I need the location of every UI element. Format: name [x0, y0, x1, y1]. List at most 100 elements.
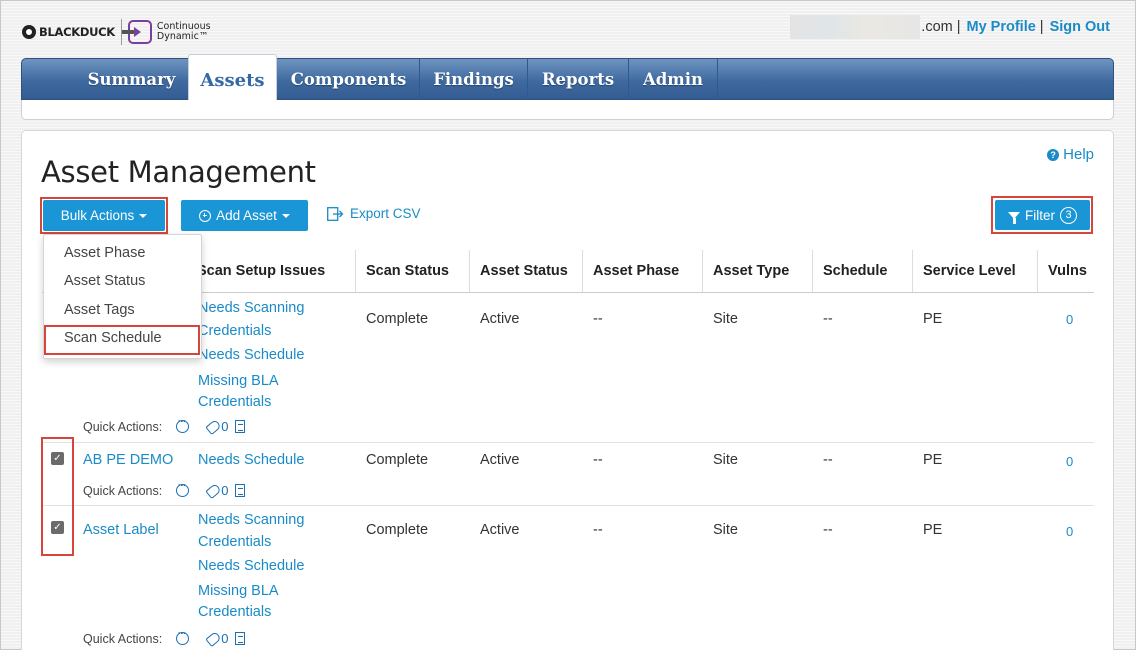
asset-status-cell: Active	[480, 452, 520, 468]
column-divider	[912, 250, 913, 292]
column-header-asset-status[interactable]: Asset Status	[480, 263, 568, 279]
tab-admin[interactable]: Admin	[629, 59, 718, 100]
add-asset-button[interactable]: Add Asset	[181, 200, 308, 231]
column-divider	[1037, 250, 1038, 292]
menu-item-asset-status[interactable]: Asset Status	[64, 273, 145, 289]
quick-actions-label: Quick Actions:	[83, 419, 163, 434]
asset-status-cell: Active	[480, 311, 520, 327]
column-header-asset-type[interactable]: Asset Type	[713, 263, 789, 279]
schedule-cell: --	[823, 452, 833, 468]
main-nav: Summary Assets Components Findings Repor…	[21, 54, 1114, 101]
column-header-scan-setup-issues[interactable]: Scan Setup Issues	[197, 263, 325, 279]
plus-circle-icon	[199, 209, 212, 222]
service-level-cell: PE	[923, 522, 943, 538]
add-asset-label: Add Asset	[216, 208, 277, 223]
scan-setup-issues-cell: Needs Schedule	[198, 448, 304, 473]
tab-assets[interactable]: Assets	[188, 54, 277, 101]
asset-phase-cell: --	[593, 522, 603, 538]
scan-status-cell: Complete	[366, 311, 429, 327]
menu-item-asset-tags[interactable]: Asset Tags	[64, 302, 135, 318]
vulns-count-link[interactable]: 0	[1066, 524, 1073, 539]
column-header-service-level[interactable]: Service Level	[923, 263, 1016, 279]
asset-type-cell: Site	[713, 522, 738, 538]
scan-setup-issues-cell: Needs Scanning Credentials Needs Schedul…	[198, 508, 304, 625]
quick-actions-label: Quick Actions:	[83, 483, 163, 498]
scan-status-cell: Complete	[366, 452, 429, 468]
tab-summary[interactable]: Summary	[75, 59, 188, 100]
menu-item-asset-phase[interactable]: Asset Phase	[64, 245, 145, 261]
separator: |	[956, 19, 961, 35]
asset-phase-cell: --	[593, 452, 603, 468]
help-label: Help	[1063, 146, 1094, 163]
vulns-count-link[interactable]: 0	[1066, 312, 1073, 327]
asset-type-cell: Site	[713, 452, 738, 468]
asset-phase-cell: --	[593, 311, 603, 327]
caret-down-icon	[281, 213, 290, 218]
row-divider	[42, 442, 1094, 443]
quick-actions-label: Quick Actions:	[83, 631, 163, 646]
sign-out-link[interactable]: Sign Out	[1050, 19, 1110, 35]
vulns-count-link[interactable]: 0	[1066, 454, 1073, 469]
help-link[interactable]: ? Help	[1047, 146, 1094, 163]
schedule-cell: --	[823, 522, 833, 538]
tag-icon[interactable]	[205, 482, 222, 499]
asset-status-cell: Active	[480, 522, 520, 538]
highlight-box	[44, 325, 200, 355]
document-icon[interactable]	[235, 632, 246, 645]
separator: |	[1039, 19, 1044, 35]
tag-count: 0	[221, 419, 229, 434]
column-divider	[702, 250, 703, 292]
tab-components[interactable]: Components	[278, 59, 420, 100]
column-divider	[812, 250, 813, 292]
user-email-redacted	[790, 15, 921, 39]
tag-icon[interactable]	[205, 418, 222, 435]
column-header-schedule[interactable]: Schedule	[823, 263, 887, 279]
issue-link[interactable]: Needs Scanning	[198, 296, 304, 321]
column-header-vulns[interactable]: Vulns	[1048, 263, 1087, 279]
quick-actions: Quick Actions: 0	[83, 416, 246, 435]
user-email-domain: .com	[921, 19, 953, 35]
more-options-icon[interactable]	[176, 416, 190, 433]
issue-link[interactable]: Needs Schedule	[198, 343, 304, 368]
blackduck-logo-icon	[22, 25, 36, 39]
more-options-icon[interactable]	[176, 480, 190, 497]
tab-findings[interactable]: Findings	[420, 59, 528, 100]
column-divider	[469, 250, 470, 292]
quick-actions: Quick Actions: 0	[83, 628, 246, 647]
quick-actions: Quick Actions: 0	[83, 480, 246, 499]
issue-link[interactable]: Credentials	[198, 600, 304, 625]
export-csv-link[interactable]: Export CSV	[327, 206, 421, 221]
tag-count: 0	[221, 483, 229, 498]
service-level-cell: PE	[923, 452, 943, 468]
more-options-icon[interactable]	[176, 628, 190, 645]
blackduck-logo-text: BLACKDUCK	[39, 25, 115, 39]
scan-setup-issues-cell: Needs Scanning Credentials Needs Schedul…	[198, 296, 304, 415]
highlight-box	[40, 197, 168, 234]
asset-name-link[interactable]: Asset Label	[83, 522, 159, 538]
row-divider	[42, 505, 1094, 506]
continuous-dynamic-logo-text: Continuous Dynamic™	[156, 21, 211, 42]
issue-link[interactable]: Needs Scanning	[198, 508, 304, 533]
column-header-scan-status[interactable]: Scan Status	[366, 263, 449, 279]
issue-link[interactable]: Credentials	[198, 390, 304, 415]
document-icon[interactable]	[235, 420, 246, 433]
help-icon: ?	[1047, 148, 1060, 161]
tab-reports[interactable]: Reports	[528, 59, 629, 100]
tag-count: 0	[221, 631, 229, 646]
column-header-asset-phase[interactable]: Asset Phase	[593, 263, 679, 279]
issue-link[interactable]: Credentials	[198, 319, 304, 344]
page-title: Asset Management	[41, 155, 316, 189]
user-links: .com | My Profile | Sign Out	[790, 15, 1110, 39]
issue-link[interactable]: Needs Schedule	[198, 554, 304, 579]
continuous-dynamic-logo-icon	[121, 20, 152, 44]
issue-link[interactable]: Needs Schedule	[198, 448, 304, 473]
sub-nav	[21, 100, 1114, 120]
my-profile-link[interactable]: My Profile	[967, 19, 1036, 35]
highlight-box	[991, 196, 1093, 234]
document-icon[interactable]	[235, 484, 246, 497]
issue-link[interactable]: Credentials	[198, 530, 304, 555]
logo: BLACKDUCK Continuous Dynamic™	[22, 17, 211, 47]
highlight-box	[41, 437, 74, 556]
asset-name-link[interactable]: AB PE DEMO	[83, 452, 173, 468]
tag-icon[interactable]	[205, 630, 222, 647]
